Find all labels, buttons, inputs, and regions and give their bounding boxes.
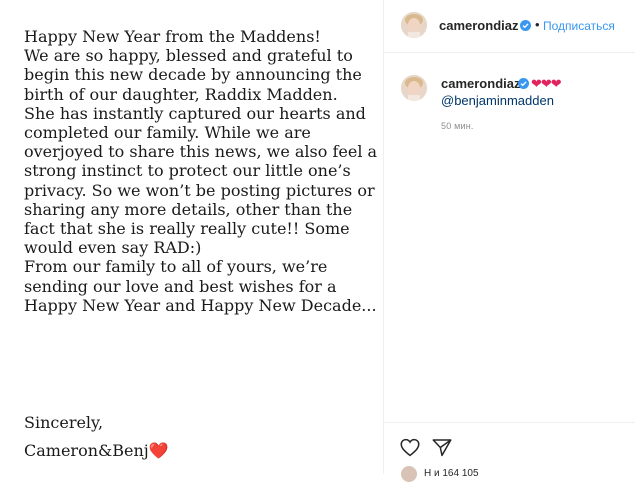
post-image: Happy New Year from the Maddens! We are … [0,0,383,474]
caption-verified-badge-icon [518,78,529,89]
post-signature: Cameron&Benj❤️ [24,441,169,460]
header-username[interactable]: camerondiaz [439,18,518,33]
avatar-image [401,12,427,38]
follow-button[interactable]: Подписаться [543,19,615,33]
post-header: camerondiaz • Подписаться [384,0,635,53]
caption-mention-link[interactable]: @benjaminmadden [441,93,554,108]
paper-plane-icon[interactable] [432,438,452,457]
caption-avatar-image [401,75,427,101]
heart-outline-icon[interactable] [400,438,420,457]
header-avatar[interactable] [401,12,427,38]
header-dot-separator: • [535,17,540,32]
caption-username[interactable]: camerondiaz [441,76,520,91]
post-image-text: Happy New Year from the Maddens! We are … [24,27,378,315]
caption-avatar[interactable] [401,75,427,101]
post-sidebar: camerondiaz • Подписаться camerondiaz ❤❤… [384,0,635,482]
signature-text: Cameron&Benj [24,441,149,460]
verified-badge-icon [520,20,531,31]
liked-by-avatar[interactable] [401,466,417,482]
actions-divider [384,422,635,423]
caption-hearts: ❤❤❤ [531,76,562,91]
post-closing: Sincerely, [24,413,104,432]
signature-heart-emoji: ❤️ [148,441,169,460]
caption-timestamp: 50 мин. [441,121,474,131]
